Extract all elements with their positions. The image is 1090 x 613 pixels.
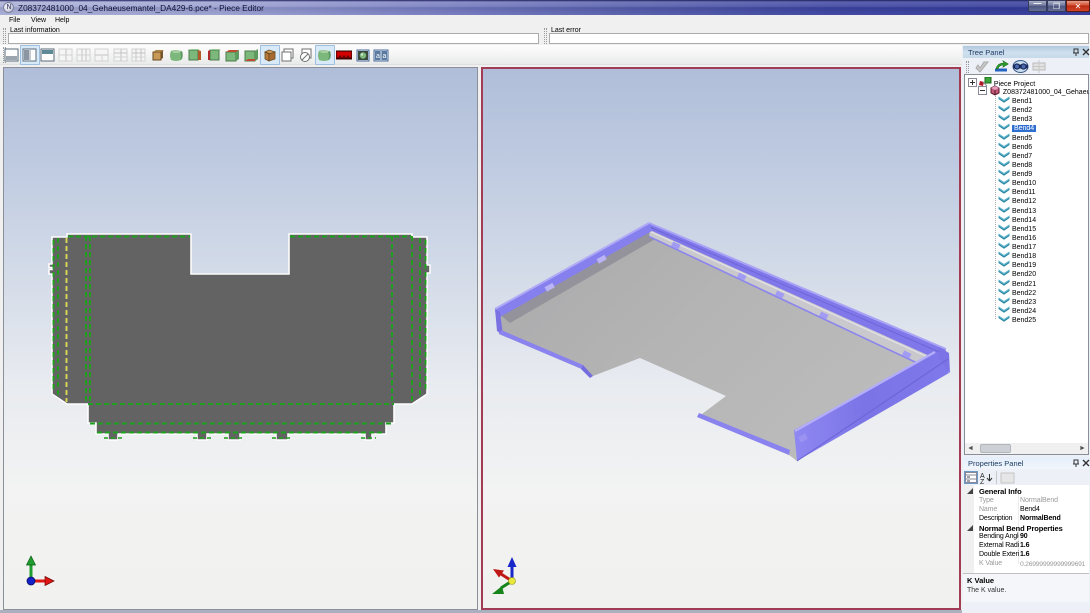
svg-text:Z: Z bbox=[980, 479, 985, 484]
svg-text:a: a bbox=[383, 53, 387, 60]
svg-text:a: a bbox=[376, 53, 380, 60]
